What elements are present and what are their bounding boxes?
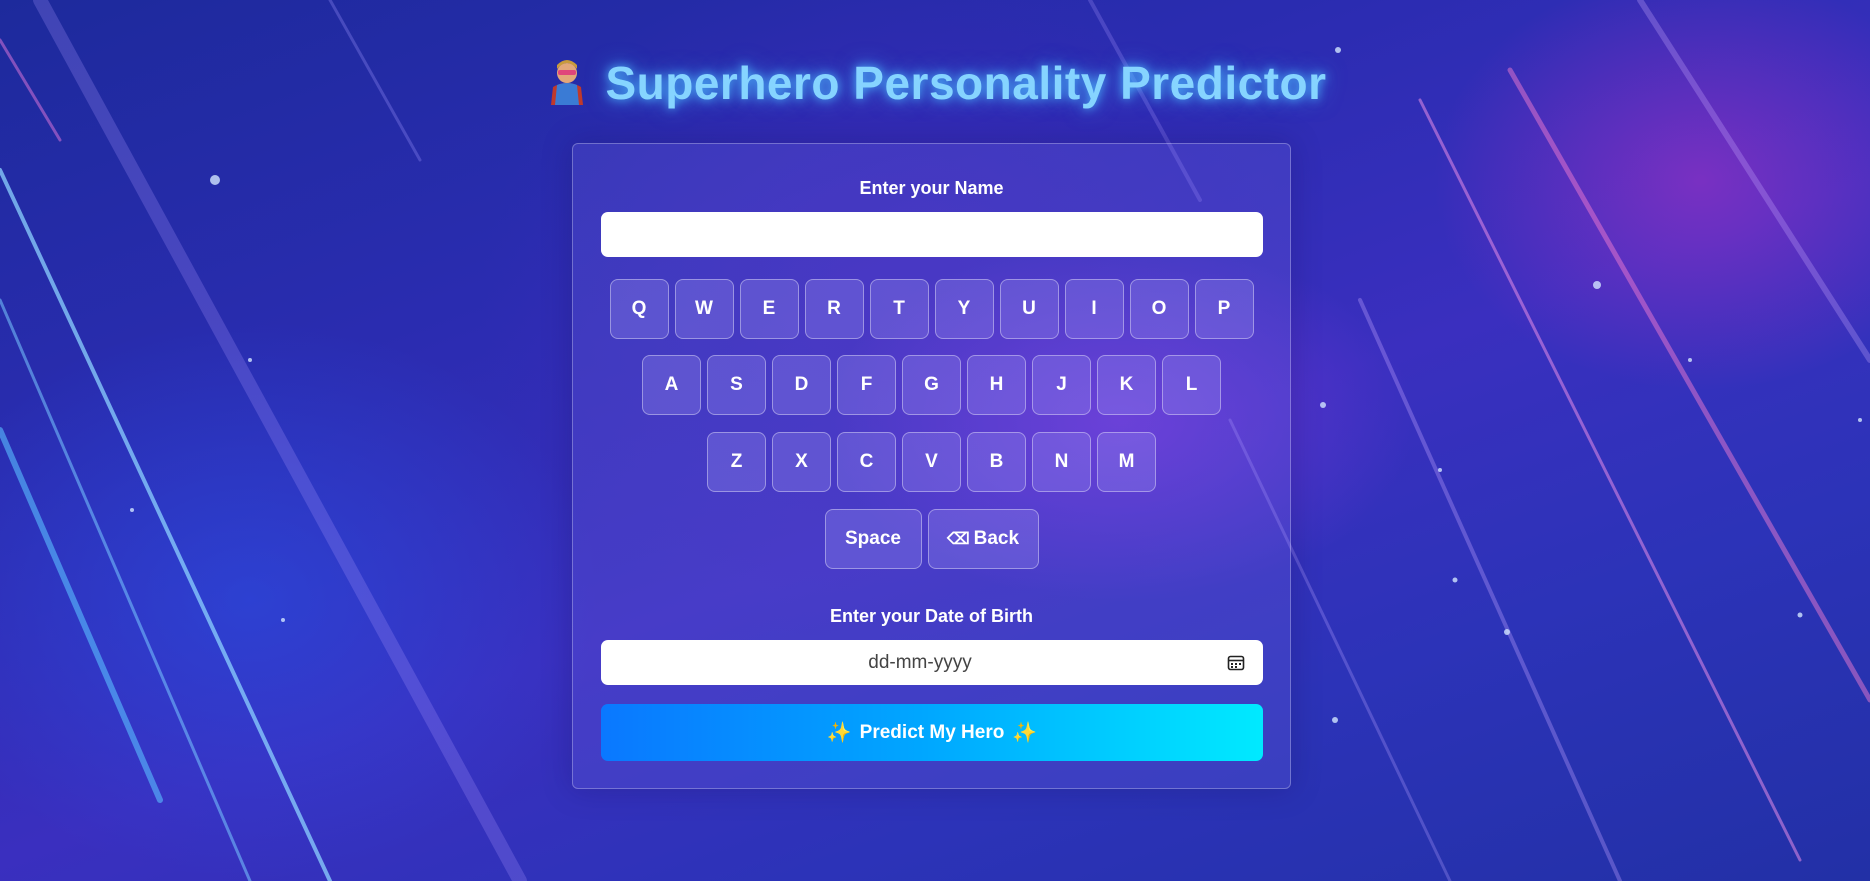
key-v[interactable]: V [902, 432, 961, 492]
key-x[interactable]: X [772, 432, 831, 492]
predictor-card: Enter your Name Q W E R T Y U I O P A S … [572, 143, 1291, 789]
key-t[interactable]: T [869, 279, 929, 339]
predict-button[interactable]: ✨ Predict My Hero ✨ [601, 704, 1263, 761]
backspace-icon: ⌫ [946, 531, 970, 548]
page-title: Superhero Personality Predictor [0, 55, 1870, 118]
key-a[interactable]: A [642, 355, 701, 415]
key-c[interactable]: C [837, 432, 896, 492]
name-input[interactable] [601, 212, 1263, 257]
key-f[interactable]: F [837, 355, 896, 415]
key-p[interactable]: P [1194, 279, 1254, 339]
calendar-icon[interactable] [1219, 654, 1253, 672]
key-w[interactable]: W [674, 279, 734, 339]
predict-button-label: Predict My Hero [859, 721, 1005, 743]
key-g[interactable]: G [902, 355, 961, 415]
key-k[interactable]: K [1097, 355, 1156, 415]
sparkle-icon: ✨ [826, 722, 852, 744]
keyboard-row-3: Z X C V B N M [573, 432, 1290, 492]
key-m[interactable]: M [1097, 432, 1156, 492]
key-q[interactable]: Q [609, 279, 669, 339]
key-j[interactable]: J [1032, 355, 1091, 415]
dob-placeholder: dd-mm-yyyy [868, 651, 972, 673]
key-e[interactable]: E [739, 279, 799, 339]
superhero-icon [543, 55, 591, 118]
name-label: Enter your Name [859, 178, 1004, 198]
key-n[interactable]: N [1032, 432, 1091, 492]
sparkle-icon: ✨ [1012, 722, 1038, 744]
keyboard-row-4: Space ⌫ Back [573, 509, 1290, 569]
key-l[interactable]: L [1162, 355, 1221, 415]
page-title-text: Superhero Personality Predictor [605, 57, 1327, 109]
key-u[interactable]: U [999, 279, 1059, 339]
backspace-key[interactable]: ⌫ Back [927, 509, 1039, 569]
dob-input[interactable]: dd-mm-yyyy [601, 640, 1263, 685]
key-z[interactable]: Z [707, 432, 766, 492]
key-r[interactable]: R [804, 279, 864, 339]
key-d[interactable]: D [772, 355, 831, 415]
backspace-label: Back [973, 528, 1020, 549]
key-b[interactable]: B [967, 432, 1026, 492]
dob-label: Enter your Date of Birth [829, 606, 1034, 626]
keyboard-row-2: A S D F G H J K L [573, 355, 1290, 415]
space-key[interactable]: Space [824, 509, 922, 569]
key-h[interactable]: H [967, 355, 1026, 415]
key-o[interactable]: O [1129, 279, 1189, 339]
key-i[interactable]: I [1064, 279, 1124, 339]
key-y[interactable]: Y [934, 279, 994, 339]
keyboard-row-1: Q W E R T Y U I O P [573, 279, 1290, 339]
key-s[interactable]: S [707, 355, 766, 415]
